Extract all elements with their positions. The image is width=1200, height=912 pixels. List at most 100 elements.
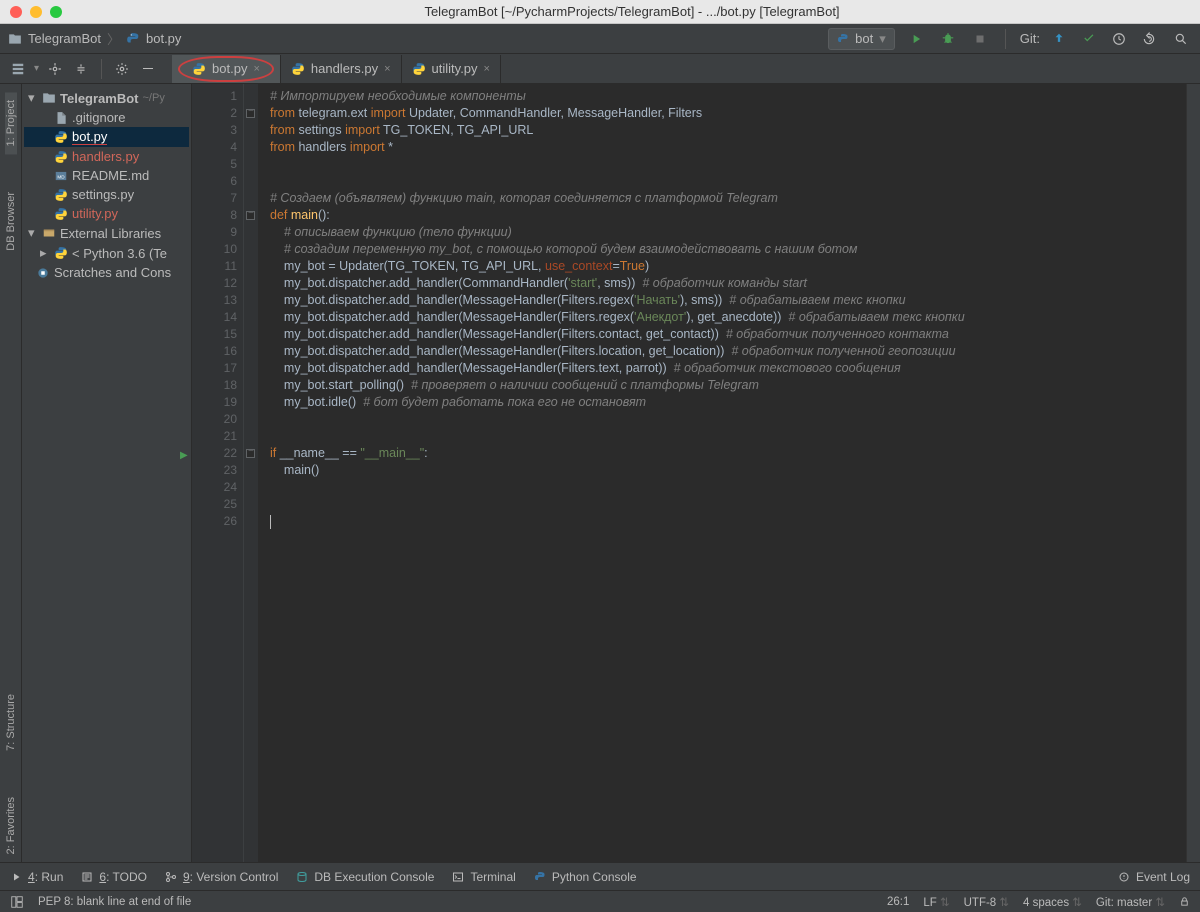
tool-structure[interactable]: 7: Structure — [5, 686, 17, 759]
status-encoding[interactable]: UTF-8 ⇅ — [964, 895, 1009, 909]
bottom-python-console[interactable]: Python Console — [534, 870, 637, 884]
tree-item-.gitignore[interactable]: .gitignore — [24, 108, 189, 127]
editor-tab-utility-py[interactable]: utility.py × — [402, 55, 501, 83]
close-icon[interactable]: × — [384, 63, 390, 75]
code-line-2[interactable]: from telegram.ext import Updater, Comman… — [270, 105, 1186, 122]
tree-external-libs[interactable]: ▾External Libraries — [24, 223, 189, 243]
hide-icon[interactable] — [138, 59, 158, 79]
git-revert-button[interactable] — [1138, 28, 1160, 50]
code-line-15[interactable]: my_bot.dispatcher.add_handler(MessageHan… — [270, 326, 1186, 343]
editor-tab-bot-py[interactable]: bot.py × — [172, 55, 281, 83]
close-icon[interactable]: × — [484, 63, 490, 75]
code-line-16[interactable]: my_bot.dispatcher.add_handler(MessageHan… — [270, 343, 1186, 360]
tree-item-handlers.py[interactable]: handlers.py — [24, 147, 189, 166]
code-line-17[interactable]: my_bot.dispatcher.add_handler(MessageHan… — [270, 360, 1186, 377]
bottom-todo[interactable]: 6: TODO — [81, 870, 147, 884]
code-line-24[interactable] — [270, 479, 1186, 496]
tab-label: handlers.py — [311, 61, 378, 76]
code-line-10[interactable]: # создадим переменную my_bot, с помощью … — [270, 241, 1186, 258]
chevron-down-icon[interactable]: ▾ — [34, 63, 39, 74]
chevron-right-icon: 〉 — [107, 29, 120, 48]
lock-icon[interactable] — [1179, 896, 1190, 907]
status-eol[interactable]: LF ⇅ — [923, 895, 949, 909]
code-line-11[interactable]: my_bot = Updater(TG_TOKEN, TG_API_URL, u… — [270, 258, 1186, 275]
tool-project[interactable]: 1: Project — [5, 92, 17, 154]
code-line-9[interactable]: # описываем функцию (тело функции) — [270, 224, 1186, 241]
code-line-3[interactable]: from settings import TG_TOKEN, TG_API_UR… — [270, 122, 1186, 139]
debug-button[interactable] — [937, 28, 959, 50]
run-config-selector[interactable]: bot ▾ — [828, 28, 895, 50]
chevron-down-icon: ▾ — [879, 31, 886, 47]
python-file-icon — [291, 62, 305, 76]
bottom-vcs[interactable]: 9: Version Control — [165, 870, 278, 884]
run-button[interactable] — [905, 28, 927, 50]
tree-python-sdk[interactable]: ▸< Python 3.6 (Te — [24, 243, 189, 263]
code-line-13[interactable]: my_bot.dispatcher.add_handler(MessageHan… — [270, 292, 1186, 309]
stop-button[interactable] — [969, 28, 991, 50]
separator — [1005, 29, 1006, 49]
breadcrumb-file[interactable]: bot.py — [146, 31, 181, 46]
tree-item-bot.py[interactable]: bot.py — [24, 127, 189, 147]
collapse-all-icon[interactable] — [71, 59, 91, 79]
status-git[interactable]: Git: master ⇅ — [1096, 895, 1165, 909]
tab-label: bot.py — [212, 61, 247, 76]
project-tree-panel: ▾TelegramBot ~/Py.gitignorebot.pyhandler… — [22, 84, 192, 862]
code-line-22[interactable]: if __name__ == "__main__": — [270, 445, 1186, 462]
tool-db-browser[interactable]: DB Browser — [5, 184, 17, 259]
close-icon[interactable]: × — [253, 63, 259, 75]
editor-area[interactable]: 123456789101112131415161718192021▶222324… — [192, 84, 1200, 862]
code-line-12[interactable]: my_bot.dispatcher.add_handler(CommandHan… — [270, 275, 1186, 292]
editor-tabs: bot.py × handlers.py × utility.py × — [172, 54, 501, 84]
tab-label: utility.py — [432, 61, 478, 76]
folder-icon — [8, 32, 22, 46]
git-update-button[interactable] — [1048, 28, 1070, 50]
close-icon[interactable] — [10, 6, 22, 18]
tree-item-README.md[interactable]: MDREADME.md — [24, 166, 189, 185]
tool-favorites[interactable]: 2: Favorites — [5, 789, 17, 862]
code-line-23[interactable]: main() — [270, 462, 1186, 479]
status-indent[interactable]: 4 spaces ⇅ — [1023, 895, 1082, 909]
tree-item-utility.py[interactable]: utility.py — [24, 204, 189, 223]
code-line-1[interactable]: # Импортируем необходимые компоненты — [270, 88, 1186, 105]
project-toolbar: ▾ bot.py × handlers.py × utility.py × — [0, 54, 1200, 84]
code-line-25[interactable] — [270, 496, 1186, 513]
git-commit-button[interactable] — [1078, 28, 1100, 50]
code-line-6[interactable] — [270, 173, 1186, 190]
bottom-terminal[interactable]: Terminal — [452, 870, 515, 884]
minimize-icon[interactable] — [30, 6, 42, 18]
code-line-26[interactable] — [270, 513, 1186, 530]
project-view-icon[interactable] — [8, 59, 28, 79]
code-line-7[interactable]: # Создаем (объявляем) функцию main, кото… — [270, 190, 1186, 207]
window-titlebar: TelegramBot [~/PycharmProjects/TelegramB… — [0, 0, 1200, 24]
tree-scratches[interactable]: Scratches and Cons — [24, 263, 189, 282]
breadcrumb[interactable]: TelegramBot 〉 bot.py — [8, 29, 181, 48]
code-line-8[interactable]: def main(): — [270, 207, 1186, 224]
code-text[interactable]: # Импортируем необходимые компонентыfrom… — [258, 84, 1186, 862]
code-line-18[interactable]: my_bot.start_polling() # проверяет о нал… — [270, 377, 1186, 394]
fold-column[interactable] — [244, 84, 258, 862]
code-line-21[interactable] — [270, 428, 1186, 445]
code-line-20[interactable] — [270, 411, 1186, 428]
status-cursor[interactable]: 26:1 — [887, 896, 909, 908]
settings-icon[interactable] — [112, 59, 132, 79]
tree-item-settings.py[interactable]: settings.py — [24, 185, 189, 204]
code-line-5[interactable] — [270, 156, 1186, 173]
tree-project-root[interactable]: ▾TelegramBot ~/Py — [24, 88, 189, 108]
tool-windows-icon[interactable] — [10, 895, 24, 909]
zoom-icon[interactable] — [50, 6, 62, 18]
code-line-4[interactable]: from handlers import * — [270, 139, 1186, 156]
status-message: PEP 8: blank line at end of file — [38, 896, 191, 908]
editor-tab-handlers-py[interactable]: handlers.py × — [281, 55, 402, 83]
editor-scrollbar[interactable] — [1186, 84, 1200, 862]
python-file-icon — [126, 32, 140, 46]
select-opened-icon[interactable] — [45, 59, 65, 79]
search-button[interactable] — [1170, 28, 1192, 50]
event-log[interactable]: Event Log — [1118, 870, 1190, 884]
code-line-14[interactable]: my_bot.dispatcher.add_handler(MessageHan… — [270, 309, 1186, 326]
breadcrumb-project[interactable]: TelegramBot — [28, 31, 101, 46]
git-history-button[interactable] — [1108, 28, 1130, 50]
bottom-db-console[interactable]: DB Execution Console — [296, 870, 434, 884]
line-gutter: 123456789101112131415161718192021▶222324… — [192, 84, 244, 862]
bottom-run[interactable]: 4: Run — [10, 870, 63, 884]
code-line-19[interactable]: my_bot.idle() # бот будет работать пока … — [270, 394, 1186, 411]
